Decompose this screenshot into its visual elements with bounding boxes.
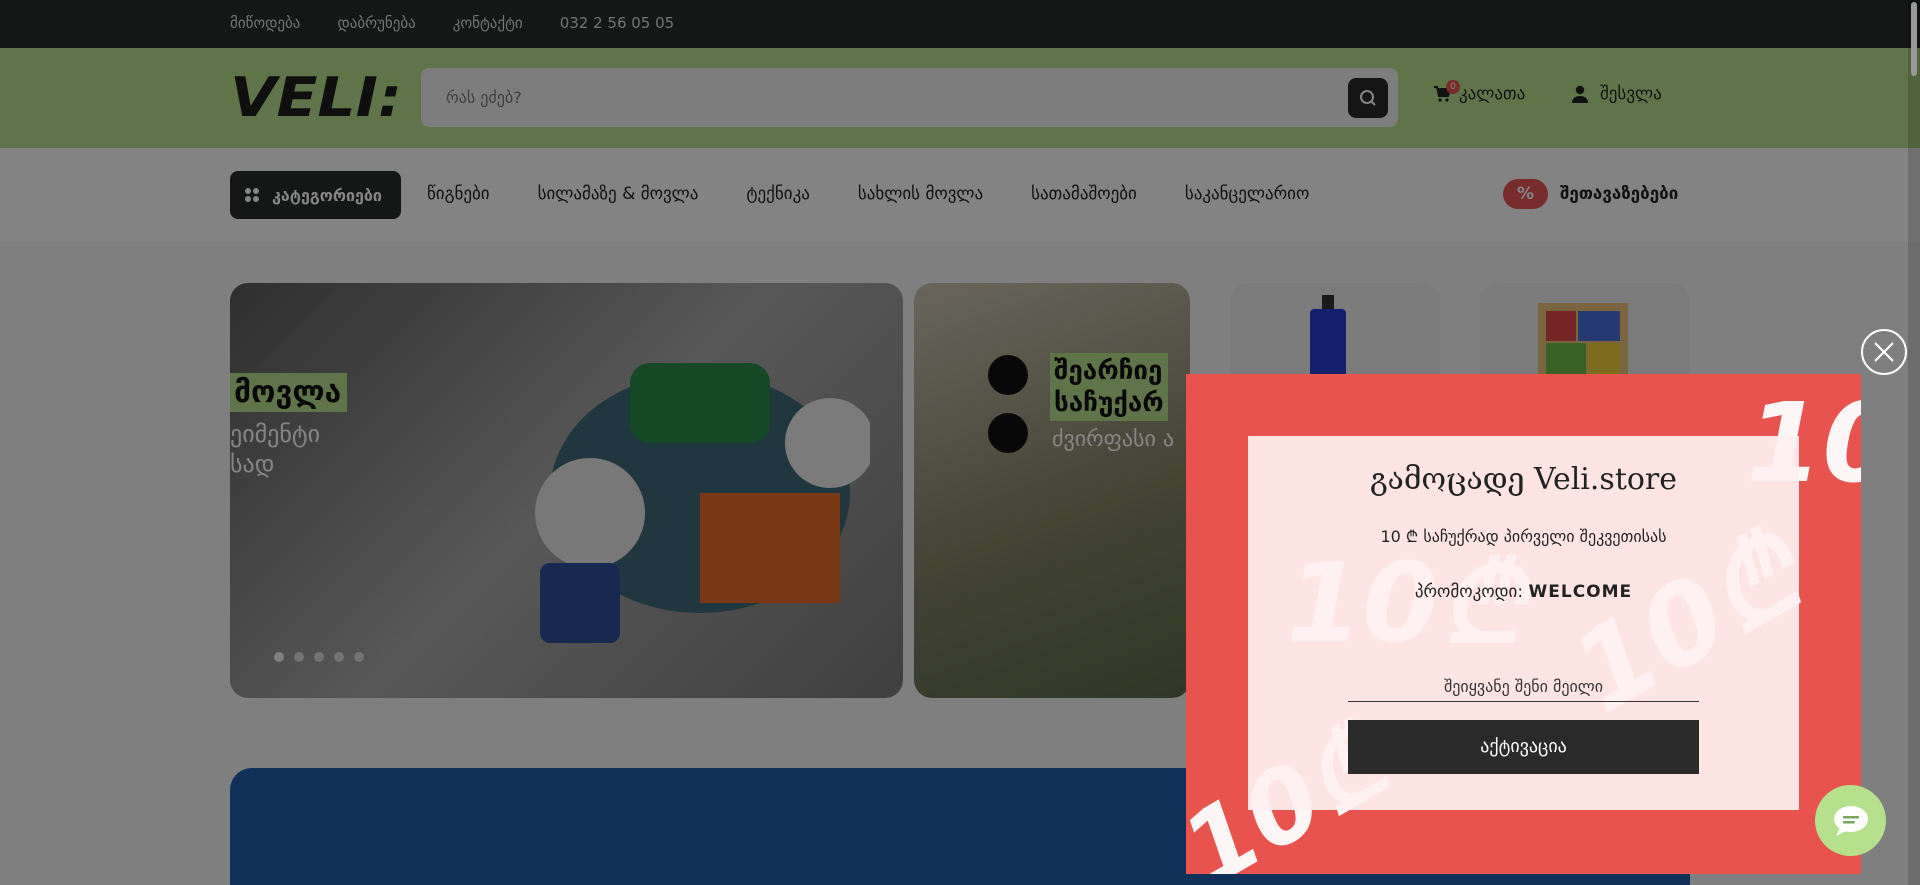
close-popup-button[interactable] [1861, 329, 1907, 375]
popup-card: გამოცადე Veli.store 10 ₾ საჩუქრად პირველ… [1248, 436, 1799, 810]
close-icon [1874, 342, 1894, 362]
promo-code-label: პრომოკოდი: [1414, 582, 1524, 602]
chat-button[interactable] [1815, 785, 1886, 856]
page-scrollbar[interactable] [1908, 0, 1920, 885]
popup-subtitle: 10 ₾ საჩუქრად პირველი შეკვეთისას [1380, 527, 1667, 546]
chat-bubble-icon [1833, 805, 1868, 836]
scrollbar-thumb[interactable] [1911, 2, 1917, 76]
popup-title: გამოცადე Veli.store [1369, 462, 1678, 497]
promo-code-line: პრომოკოდი: WELCOME [1248, 582, 1799, 602]
email-field[interactable] [1348, 672, 1699, 702]
activate-button[interactable]: აქტივაცია [1348, 720, 1699, 774]
promo-code: WELCOME [1528, 582, 1633, 602]
promo-popup: 10₾ 10₾ 10₾ 10₾ გამოცადე Veli.store 10 ₾… [1186, 374, 1861, 874]
